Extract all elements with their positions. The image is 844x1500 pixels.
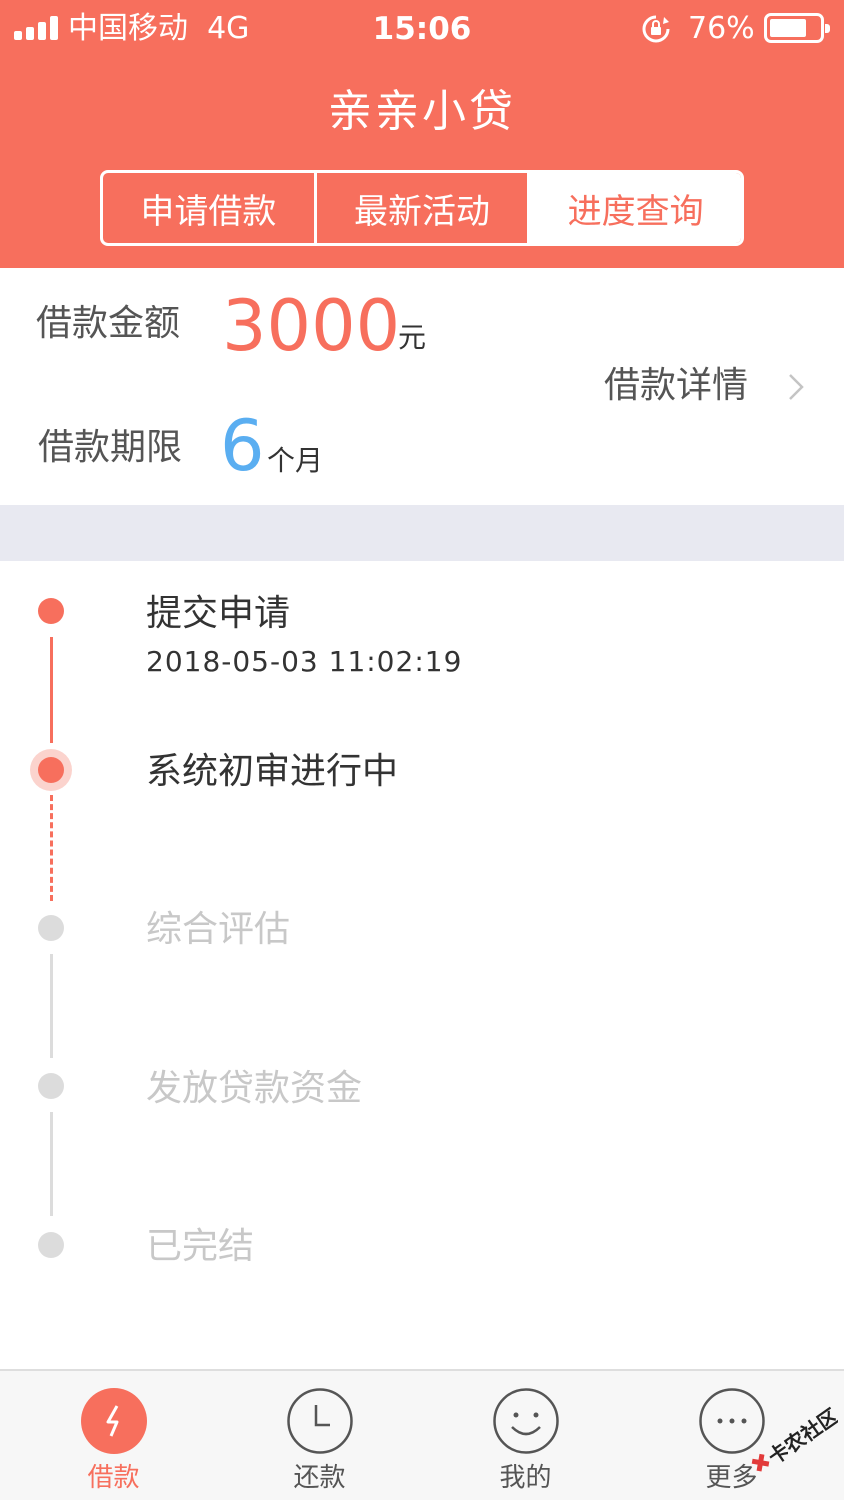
watermark-logo: 卡农社区 (751, 1404, 838, 1472)
step-title-disbursement: 发放贷款资金 (146, 1068, 363, 1109)
step-dot-pending (38, 915, 64, 941)
loan-details-link[interactable]: 借款详情 (604, 362, 748, 410)
term-value: 6 (220, 405, 265, 487)
step-title-initial-review: 系统初审进行中 (146, 751, 399, 792)
smiley-icon (493, 1388, 559, 1454)
clock-icon (287, 1388, 353, 1454)
battery-percent: 76% (688, 11, 755, 46)
step-title-submit: 提交申请 (146, 593, 291, 634)
status-bar: 中国移动 4G 15:06 76% (0, 0, 844, 58)
battery-fill (770, 19, 806, 37)
step-dot-pending (38, 1073, 64, 1099)
amount-label: 借款金额 (36, 303, 181, 344)
tab-mine[interactable]: 我的 (420, 1371, 631, 1500)
tab-latest-events[interactable]: 最新活动 (317, 173, 531, 243)
tab-mine-label: 我的 (499, 1463, 552, 1493)
battery-icon (764, 13, 830, 43)
tab-repay[interactable]: 还款 (214, 1371, 425, 1500)
app-header: 中国移动 4G 15:06 76% 亲亲小贷 申请借款 最新活动 进度查询 (0, 0, 844, 268)
amount-value: 3000 (222, 285, 401, 367)
svg-text:卡农社区: 卡农社区 (764, 1404, 838, 1470)
bottom-tab-bar: 借款 还款 我的 更多 (0, 1369, 844, 1500)
step-dot-done (38, 598, 64, 624)
rotation-lock-icon (642, 15, 670, 43)
tab-borrow-label: 借款 (87, 1463, 140, 1493)
tab-apply-loan[interactable]: 申请借款 (103, 173, 317, 243)
section-separator (0, 505, 844, 561)
term-label: 借款期限 (38, 427, 183, 468)
term-unit: 个月 (267, 444, 324, 477)
tab-borrow[interactable]: 借款 (8, 1371, 219, 1500)
step-timestamp: 2018-05-03 11:02:19 (146, 645, 463, 678)
segmented-control: 申请借款 最新活动 进度查询 (100, 170, 744, 246)
lightning-icon (81, 1388, 147, 1454)
step-title-completed: 已完结 (146, 1226, 255, 1267)
timeline-connector-done (50, 637, 53, 743)
step-dot-pending (38, 1232, 64, 1258)
step-dot-current (38, 757, 64, 783)
chevron-right-icon[interactable] (784, 372, 808, 402)
tab-progress-query[interactable]: 进度查询 (530, 173, 741, 243)
step-title-evaluation: 综合评估 (146, 909, 291, 950)
amount-unit: 元 (398, 321, 427, 354)
timeline-connector-pending (50, 1112, 53, 1216)
tab-repay-label: 还款 (293, 1463, 346, 1493)
timeline-connector-current (50, 795, 53, 901)
app-title: 亲亲小贷 (328, 86, 516, 137)
timeline-connector-pending (50, 954, 53, 1058)
progress-timeline (0, 561, 844, 1369)
